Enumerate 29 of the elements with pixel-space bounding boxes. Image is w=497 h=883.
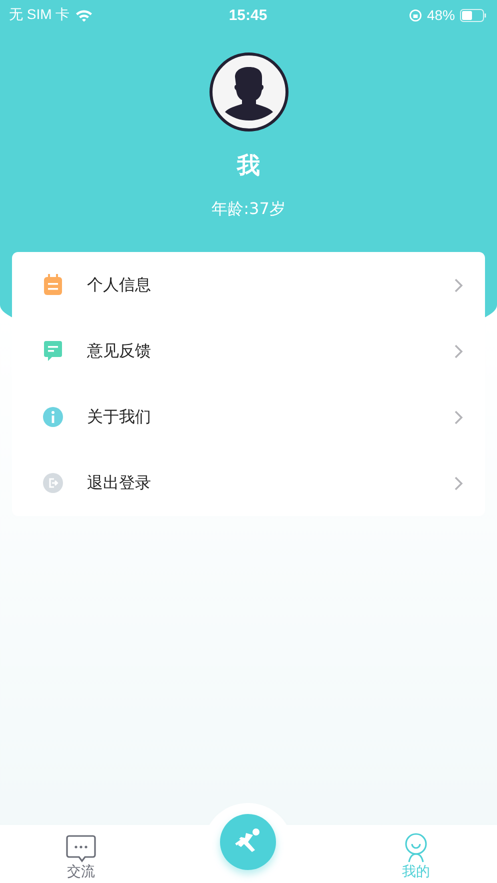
message-icon (42, 340, 64, 362)
menu-label: 个人信息 (87, 274, 152, 296)
menu-label: 退出登录 (87, 472, 152, 494)
menu-label: 意见反馈 (87, 340, 152, 362)
time-text: 15:45 (228, 6, 268, 24)
info-icon (42, 407, 64, 427)
exit-icon (42, 473, 64, 493)
smiley-person-icon (402, 833, 429, 863)
menu-label: 关于我们 (87, 406, 152, 428)
user-name: 我 (237, 152, 260, 181)
tab-item[interactable]: 交流 (41, 835, 122, 883)
run-button[interactable] (220, 814, 276, 870)
carrier-text: 无 SIM 卡 (9, 6, 70, 24)
chevron-icon (454, 344, 463, 358)
chevron-icon (454, 476, 463, 490)
chevron-icon (454, 410, 463, 424)
menu-item[interactable]: 关于我们 (12, 384, 485, 450)
wifi-icon (74, 8, 93, 22)
avatar-icon (208, 52, 288, 132)
notepad-icon (42, 274, 64, 296)
menu-item[interactable]: 退出登录 (12, 450, 485, 516)
battery-icon (460, 8, 487, 22)
menu-item[interactable]: 意见反馈 (12, 318, 485, 384)
rotation-lock-icon (408, 8, 422, 22)
battery-text: 48% (426, 7, 455, 23)
age-text: 年龄:37岁 (212, 199, 286, 220)
menu-item[interactable]: 个人信息 (12, 252, 485, 318)
chat-icon (66, 835, 96, 863)
chevron-icon (454, 278, 463, 292)
